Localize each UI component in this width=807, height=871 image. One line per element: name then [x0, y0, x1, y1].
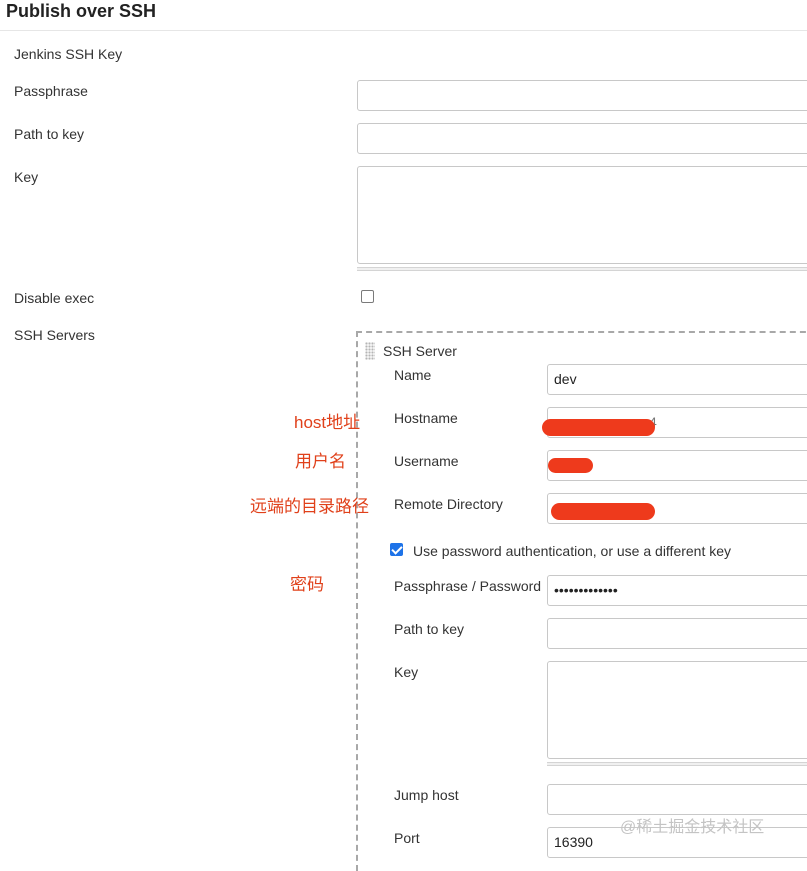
path-to-key-label: Path to key [14, 126, 85, 142]
watermark: @稀土掘金技术社区 [620, 819, 765, 836]
ssh-servers-label: SSH Servers [14, 327, 95, 343]
use-password-checkbox[interactable] [390, 543, 403, 556]
annotation-remote-directory: 远端的目录路径 [250, 497, 369, 516]
key-textarea-resize-handle[interactable] [357, 267, 807, 271]
server-path-to-key-label: Path to key [394, 621, 465, 637]
path-to-key-input[interactable] [357, 123, 807, 154]
disable-exec-checkbox[interactable] [361, 290, 374, 303]
ssh-server-header: SSH Server [383, 343, 457, 359]
key-label: Key [14, 169, 39, 185]
annotation-username: 用户名 [295, 452, 346, 471]
passphrase-input[interactable] [357, 80, 807, 111]
passphrase-password-label: Passphrase / Password [394, 578, 542, 594]
section-title: Publish over SSH [6, 1, 157, 21]
annotation-password: 密码 [290, 575, 324, 594]
jump-host-input[interactable] [547, 784, 807, 815]
passphrase-password-input[interactable]: ••••••••••••• [547, 575, 807, 606]
annotation-host: host地址 [294, 413, 361, 432]
server-name-label: Name [394, 367, 432, 383]
jump-host-label: Jump host [394, 787, 459, 803]
disable-exec-label: Disable exec [14, 290, 95, 306]
server-key-textarea[interactable] [547, 661, 807, 759]
hostname-label: Hostname [394, 410, 458, 426]
drag-handle-icon[interactable] [365, 342, 375, 360]
use-password-label: Use password authentication, or use a di… [413, 543, 732, 559]
username-label: Username [394, 453, 459, 469]
server-key-label: Key [394, 664, 419, 680]
passphrase-label: Passphrase [14, 83, 88, 99]
remote-directory-redaction [551, 503, 655, 520]
port-label: Port [394, 830, 420, 846]
key-textarea[interactable] [357, 166, 807, 264]
username-redaction [548, 458, 593, 473]
server-key-resize-handle[interactable] [547, 762, 807, 766]
server-path-to-key-input[interactable] [547, 618, 807, 649]
server-name-input[interactable]: dev [547, 364, 807, 395]
jenkins-ssh-key-label: Jenkins SSH Key [14, 46, 123, 62]
remote-directory-label: Remote Directory [394, 496, 503, 512]
section-divider [0, 30, 807, 31]
hostname-redaction [542, 419, 655, 436]
